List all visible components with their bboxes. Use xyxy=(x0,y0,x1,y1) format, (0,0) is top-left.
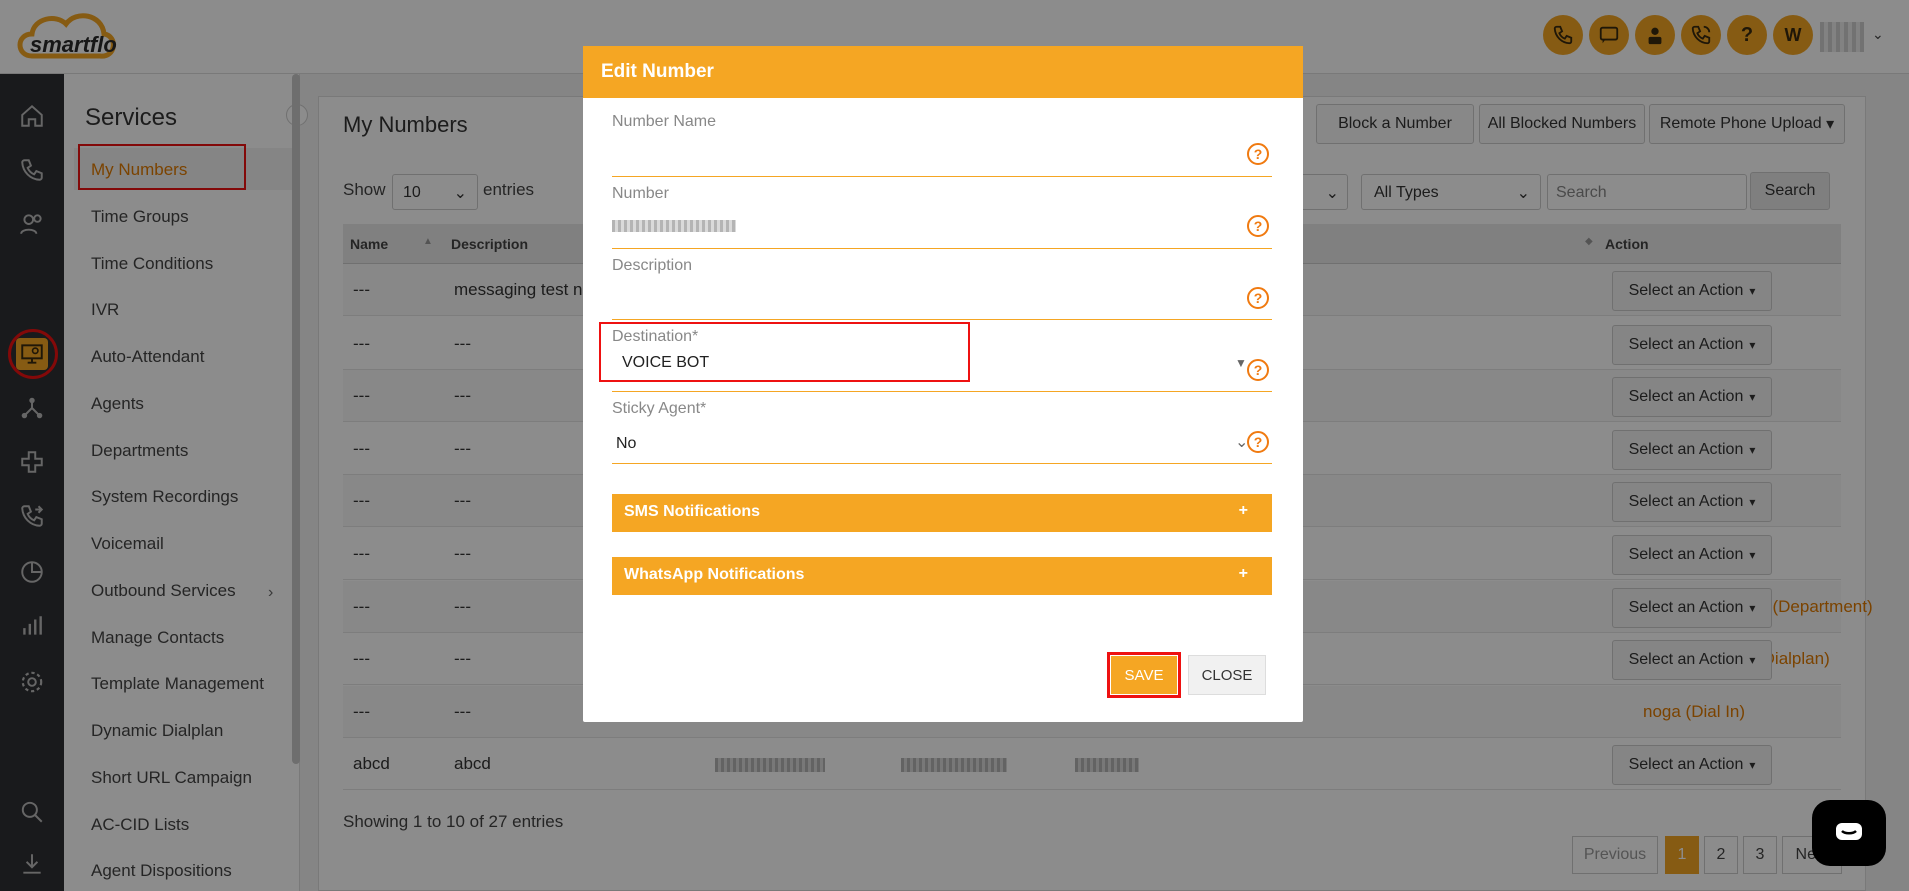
field-underline xyxy=(612,319,1272,320)
help-icon[interactable]: ? xyxy=(1247,431,1269,453)
description-label: Description xyxy=(612,257,693,274)
sms-notifications-accordion[interactable]: SMS Notifications + xyxy=(612,494,1272,532)
field-underline xyxy=(612,176,1272,177)
highlight-box xyxy=(599,322,970,382)
help-icon[interactable]: ? xyxy=(1247,359,1269,381)
number-name-label: Number Name xyxy=(612,113,717,130)
modal-title: Edit Number xyxy=(601,61,714,82)
expand-plus-icon: + xyxy=(1238,565,1248,582)
help-icon[interactable]: ? xyxy=(1247,215,1269,237)
modal-header: Edit Number xyxy=(583,46,1303,98)
help-icon[interactable]: ? xyxy=(1247,143,1269,165)
edit-number-modal: Edit Number Number Name ? Number ? Descr… xyxy=(583,46,1303,722)
chat-widget-icon[interactable] xyxy=(1812,800,1886,866)
field-underline xyxy=(612,248,1272,249)
save-button[interactable]: SAVE xyxy=(1111,656,1177,694)
whatsapp-notifications-title: WhatsApp Notifications xyxy=(624,566,805,583)
close-button[interactable]: CLOSE xyxy=(1188,655,1266,695)
number-name-input[interactable] xyxy=(616,146,1236,170)
expand-plus-icon: + xyxy=(1238,502,1248,519)
dropdown-caret-icon[interactable]: ▼ xyxy=(1235,356,1247,370)
field-underline xyxy=(612,463,1272,464)
sms-notifications-title: SMS Notifications xyxy=(624,503,761,520)
number-value-redacted xyxy=(612,220,736,232)
whatsapp-notifications-accordion[interactable]: WhatsApp Notifications + xyxy=(612,557,1272,595)
help-icon[interactable]: ? xyxy=(1247,287,1269,309)
sticky-agent-label: Sticky Agent* xyxy=(612,400,707,417)
sticky-agent-select[interactable]: No xyxy=(616,435,636,453)
description-input[interactable] xyxy=(616,290,1236,314)
field-underline xyxy=(612,391,1272,392)
number-label: Number xyxy=(612,185,669,202)
